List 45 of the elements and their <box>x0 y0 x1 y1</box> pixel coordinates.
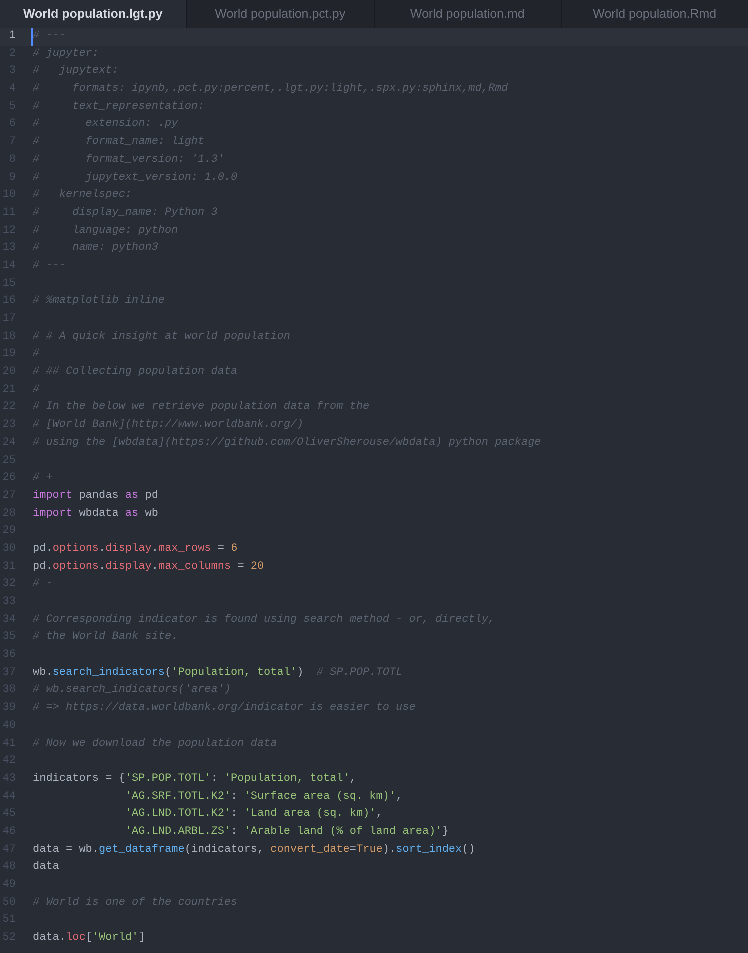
code-line: # formats: ipynb,.pct.py:percent,.lgt.py:light,.spx.py:sphinx,md,Rmd <box>33 82 508 98</box>
code-line: # --- <box>33 258 66 274</box>
code-line: 'AG.SRF.TOTL.K2': 'Surface area (sq. km)', <box>124 790 403 805</box>
code-line: # - <box>33 577 53 592</box>
text-cursor <box>31 28 33 46</box>
code-line: pd.options.display.max_rows = 6 <box>33 542 238 557</box>
code-line: # the World Bank site. <box>33 630 178 646</box>
code-line: # + <box>33 471 53 486</box>
code-line: # %matplotlib inline <box>33 294 166 310</box>
code-line: # display_name: Python 3 <box>33 206 218 221</box>
code-line: # # A quick insight at world population <box>33 330 290 345</box>
code-line: # Now we download the population data <box>33 736 278 752</box>
code-line: # using the [wbdata](https://github.com/OliverSherouse/wbdata) python package <box>33 436 542 451</box>
code-line: 'AG.LND.TOTL.K2': 'Land area (sq. km)', <box>124 807 383 822</box>
tab[interactable]: World population.lgt.py <box>0 0 188 28</box>
code-line: # jupytext: <box>33 64 119 80</box>
code-line: data.loc['World'] <box>33 931 146 946</box>
code-line: import wbdata as wb <box>33 506 158 522</box>
code-line: # format_version: '1.3' <box>33 152 224 168</box>
code-line: # name: python3 <box>33 241 158 256</box>
code-line: # World is one of the countries <box>33 896 238 911</box>
code-line: # ## Collecting population data <box>33 365 238 380</box>
code-line: # language: python <box>33 224 178 239</box>
code-line: # --- <box>33 29 66 44</box>
code-line: # jupyter: <box>33 46 100 62</box>
code-line: # text_representation: <box>33 100 205 115</box>
code-line: # In the below we retrieve population data from the <box>33 400 370 416</box>
code-line: # [World Bank](http://www.worldbank.org/) <box>33 418 304 434</box>
code-line: # <box>33 347 40 362</box>
code-line: # Corresponding indicator is found using search method - or, directly, <box>33 612 496 628</box>
code-line: import pandas as pd <box>33 488 158 504</box>
code-line: indicators = {'SP.POP.TOTL': 'Population, total', <box>33 772 356 787</box>
code-line: wb.search_indicators('Population, total') # SP.POP.TOTL <box>33 666 403 681</box>
line-number: 1 <box>8 29 16 44</box>
code-line: 'AG.LND.ARBL.ZS': 'Arable land (% of land area)'} <box>124 824 449 840</box>
code-line: # format_name: light <box>33 135 205 150</box>
code-line: # => https://data.worldbank.org/indicator is easier to use <box>33 701 416 716</box>
code-line: # wb.search_indicators('area') <box>33 683 232 698</box>
code-line: data <box>33 860 60 876</box>
code-line: pd.options.display.max_columns = 20 <box>33 560 264 575</box>
code-line: # jupytext_version: 1.0.0 <box>33 170 238 186</box>
code-line: # extension: .py <box>33 117 178 132</box>
code-line: # <box>33 382 40 398</box>
code-line: data = wb.get_dataframe(indicators, convert_date=True).sort_index() <box>33 842 476 858</box>
code-line: # kernelspec: <box>33 188 132 204</box>
